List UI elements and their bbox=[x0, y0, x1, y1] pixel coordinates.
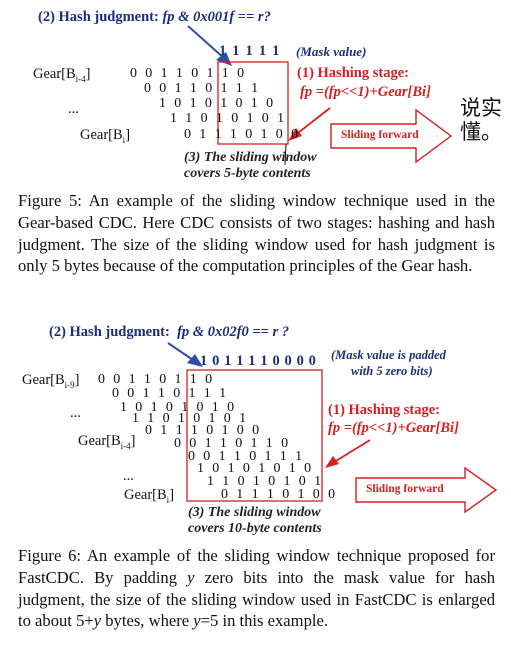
fig6-ellipsis: ... bbox=[70, 405, 81, 421]
hashing-arrow bbox=[330, 439, 371, 465]
fig6-gear-mid: Gear[Bi-4] bbox=[78, 433, 136, 451]
fig6-row: 0 1 1 1 0 1 0 0 bbox=[221, 487, 338, 502]
fig6-mask-bits: 1 0 1 1 1 1 0 0 0 0 bbox=[200, 353, 317, 369]
fig6-window-line1: (3) The sliding window bbox=[188, 505, 321, 520]
hashing-arrow-head bbox=[325, 456, 339, 468]
fig6-sliding-forward-label: Sliding forward bbox=[366, 483, 444, 495]
fig6-window-line2: covers 10-byte contents bbox=[188, 521, 322, 536]
fig6-hashing-expr: fp =(fp<<1)+Gear[Bi] bbox=[328, 420, 459, 436]
fig6-judgment-expr: fp & 0x02f0 == r ? bbox=[177, 324, 290, 340]
figure-6-caption: Figure 6: An example of the sliding wind… bbox=[18, 546, 495, 631]
fig6-gear-top: Gear[Bi-9] bbox=[22, 372, 80, 390]
fig6-ellipsis: ... bbox=[123, 468, 134, 484]
fig6-mask-label-line2: with 5 zero bits) bbox=[351, 364, 433, 378]
fig6-mask-label-line1: (Mask value is padded bbox=[331, 348, 446, 362]
fig6-gear-bottom: Gear[Bi] bbox=[124, 487, 175, 505]
fig6-hashing-title: (1) Hashing stage: bbox=[328, 402, 440, 418]
fig6-judgment-prefix: (2) Hash judgment: bbox=[49, 324, 170, 340]
